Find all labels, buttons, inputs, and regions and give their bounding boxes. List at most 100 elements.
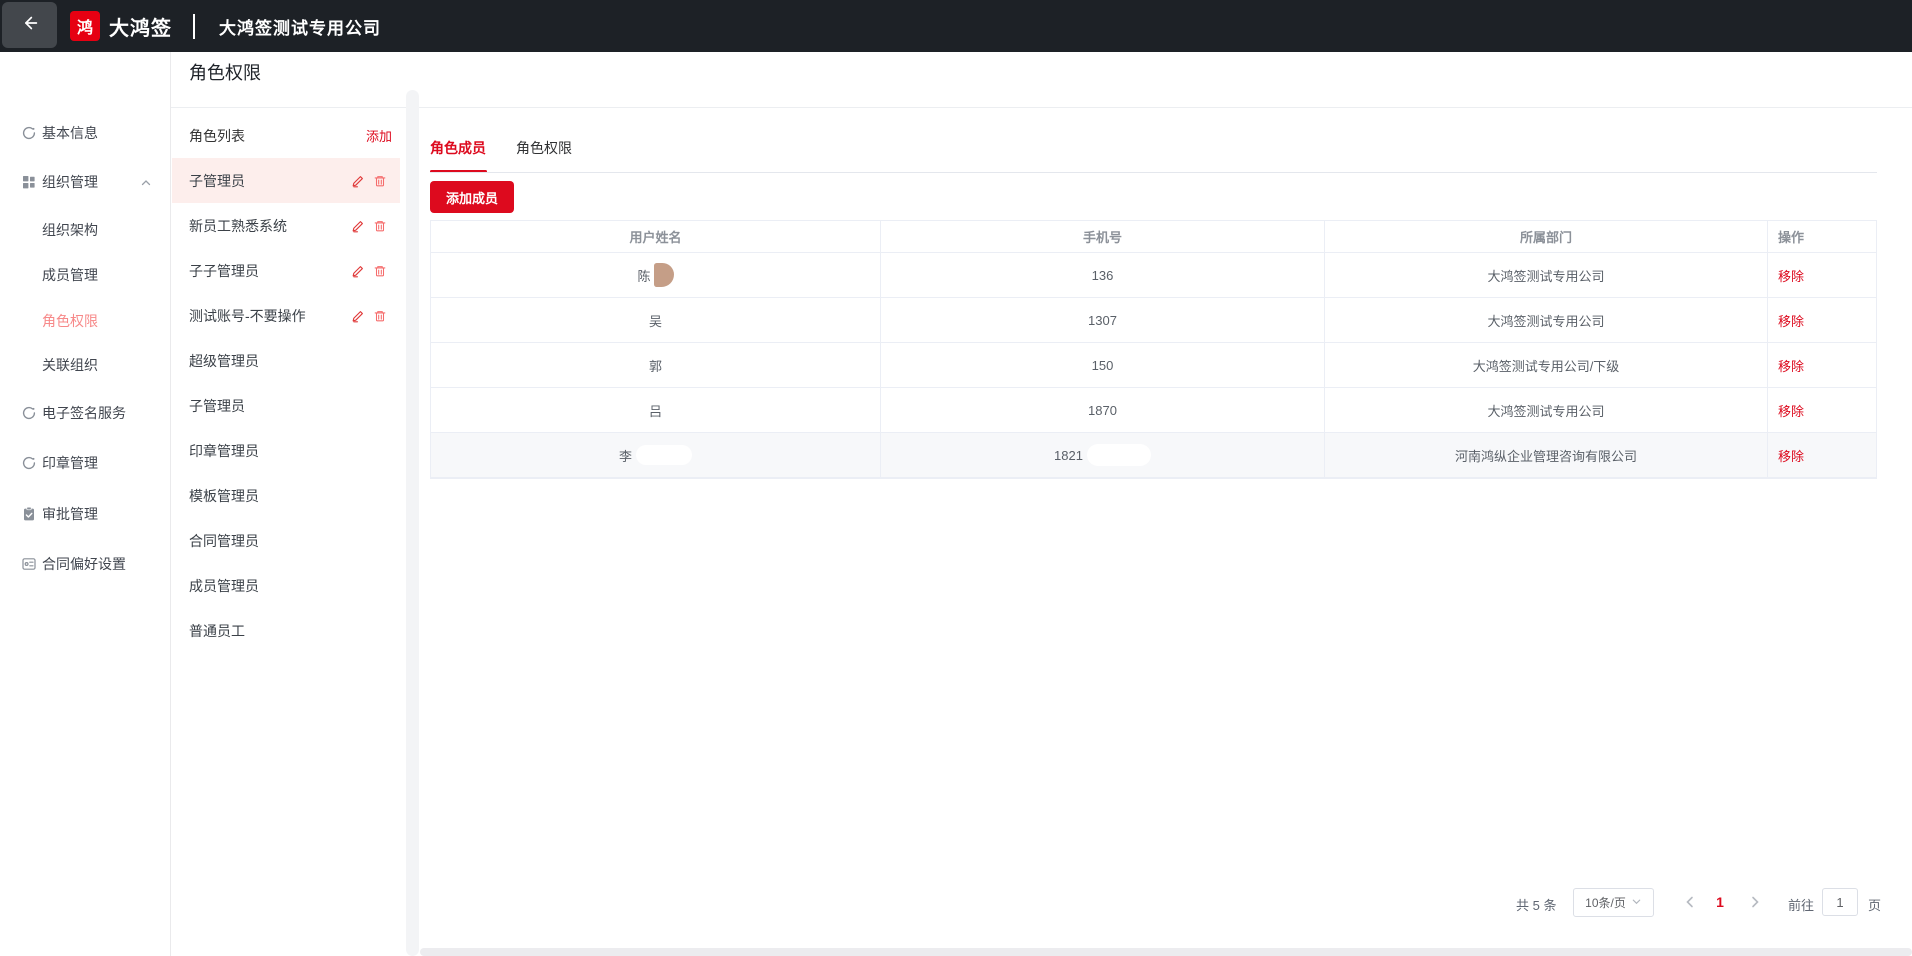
role-item[interactable]: 测试账号-不要操作 [172, 293, 400, 338]
column-header-phone: 手机号 [881, 221, 1325, 252]
role-item[interactable]: 普通员工 [172, 608, 400, 653]
role-name: 子管理员 [189, 396, 245, 416]
sidebar: 基本信息 组织管理 组织架构 成员管理 角色权限 关联组织 [0, 52, 171, 956]
clipboard-check-icon [21, 506, 37, 522]
horizontal-scrollbar[interactable] [420, 948, 1912, 956]
sidebar-item-role-permission[interactable]: 角色权限 [0, 306, 171, 336]
sidebar-label: 审批管理 [42, 504, 98, 524]
redaction-blob [636, 445, 692, 465]
role-name: 成员管理员 [189, 576, 259, 596]
table-row: 吴 1307 大鸿签测试专用公司 移除 [431, 298, 1876, 343]
remove-member-link[interactable]: 移除 [1778, 266, 1804, 285]
sidebar-label: 成员管理 [42, 265, 98, 285]
page-unit-label: 页 [1868, 895, 1881, 914]
add-member-button[interactable]: 添加成员 [430, 181, 514, 213]
back-button[interactable] [2, 2, 57, 48]
cell-department: 大鸿签测试专用公司 [1325, 253, 1768, 297]
edit-icon[interactable] [351, 264, 365, 278]
sidebar-item-contract-preference[interactable]: 合同偏好设置 [0, 549, 171, 579]
trash-icon[interactable] [373, 309, 387, 323]
role-name: 超级管理员 [189, 351, 259, 371]
prev-page-button[interactable] [1681, 893, 1699, 911]
remove-member-link[interactable]: 移除 [1778, 446, 1804, 465]
sidebar-label: 印章管理 [42, 453, 98, 473]
page-size-select[interactable]: 10条/页 [1573, 888, 1654, 917]
sidebar-item-org-structure[interactable]: 组织架构 [0, 215, 171, 245]
table-row: 陈 136 大鸿签测试专用公司 移除 [431, 253, 1876, 298]
top-bar: 鸿 大鸿签 大鸿签测试专用公司 [0, 0, 1912, 52]
chevron-up-icon[interactable] [140, 176, 152, 188]
role-item[interactable]: 成员管理员 [172, 563, 400, 608]
sidebar-item-linked-org[interactable]: 关联组织 [0, 350, 171, 380]
sidebar-item-org-management[interactable]: 组织管理 [0, 167, 171, 197]
chevron-down-icon [1631, 896, 1642, 910]
role-item[interactable]: 印章管理员 [172, 428, 400, 473]
sidebar-label: 关联组织 [42, 355, 98, 375]
company-title: 大鸿签测试专用公司 [219, 0, 381, 52]
remove-member-link[interactable]: 移除 [1778, 401, 1804, 420]
table-row-hovered: 李 1821 河南鸿纵企业管理咨询有限公司 移除 [431, 433, 1876, 478]
sidebar-label: 电子签名服务 [42, 403, 126, 423]
cell-username: 陈 [431, 253, 881, 297]
trash-icon[interactable] [373, 219, 387, 233]
role-item-selected[interactable]: 子管理员 [172, 158, 400, 203]
tab-role-permissions[interactable]: 角色权限 [516, 138, 572, 172]
sidebar-item-esign-service[interactable]: 电子签名服务 [0, 398, 171, 428]
tab-role-members[interactable]: 角色成员 [430, 138, 486, 172]
remove-member-link[interactable]: 移除 [1778, 311, 1804, 330]
role-item[interactable]: 模板管理员 [172, 473, 400, 518]
sidebar-item-seal-management[interactable]: 印章管理 [0, 448, 171, 478]
page-title: 角色权限 [189, 59, 261, 85]
cell-action: 移除 [1768, 253, 1876, 297]
role-name: 印章管理员 [189, 441, 259, 461]
card-settings-icon [21, 556, 37, 572]
role-name: 合同管理员 [189, 531, 259, 551]
cell-phone: 1821 [881, 433, 1325, 477]
add-role-button[interactable]: 添加 [366, 126, 392, 145]
column-header-username: 用户姓名 [431, 221, 881, 252]
role-item[interactable]: 超级管理员 [172, 338, 400, 383]
sidebar-item-basic-info[interactable]: 基本信息 [0, 118, 171, 148]
cell-department: 大鸿签测试专用公司/下级 [1325, 343, 1768, 387]
cell-action: 移除 [1768, 343, 1876, 387]
cell-action: 移除 [1768, 388, 1876, 432]
role-panel-scrollbar[interactable] [406, 90, 419, 956]
role-list-header: 角色列表 添加 [172, 113, 400, 158]
goto-page-label: 前往 [1788, 895, 1814, 914]
sidebar-item-member-management[interactable]: 成员管理 [0, 260, 171, 290]
edit-icon[interactable] [351, 174, 365, 188]
role-list-title: 角色列表 [189, 126, 245, 146]
role-name: 新员工熟悉系统 [189, 216, 287, 236]
table-row: 郭 150 大鸿签测试专用公司/下级 移除 [431, 343, 1876, 388]
role-item[interactable]: 新员工熟悉系统 [172, 203, 400, 248]
role-item[interactable]: 子子管理员 [172, 248, 400, 293]
role-item[interactable]: 子管理员 [172, 383, 400, 428]
current-page-number[interactable]: 1 [1712, 894, 1728, 910]
next-page-button[interactable] [1746, 893, 1764, 911]
role-item[interactable]: 合同管理员 [172, 518, 400, 563]
column-header-department: 所属部门 [1325, 221, 1768, 252]
cell-action: 移除 [1768, 298, 1876, 342]
username-text: 李 [619, 446, 632, 465]
goto-page-input[interactable] [1822, 888, 1858, 916]
grid-icon [21, 174, 37, 190]
cell-phone: 150 [881, 343, 1325, 387]
pagination-total: 共 5 条 [1516, 895, 1556, 914]
username-text: 陈 [637, 266, 650, 285]
edit-icon[interactable] [351, 309, 365, 323]
cell-username: 吕 [431, 388, 881, 432]
tab-bar: 角色成员 角色权限 [430, 138, 572, 172]
cell-username: 李 [431, 433, 881, 477]
member-table: 用户姓名 手机号 所属部门 操作 陈 136 大鸿签测试专用公司 移除 吴 13… [430, 220, 1877, 479]
brand-logo-icon: 鸿 [70, 11, 100, 41]
page-size-value: 10条/页 [1585, 894, 1626, 911]
phone-text: 1821 [1054, 448, 1083, 463]
trash-icon[interactable] [373, 264, 387, 278]
cell-phone: 1307 [881, 298, 1325, 342]
edit-icon[interactable] [351, 219, 365, 233]
sidebar-item-approval-management[interactable]: 审批管理 [0, 499, 171, 529]
topbar-divider [193, 14, 195, 39]
trash-icon[interactable] [373, 174, 387, 188]
table-row: 吕 1870 大鸿签测试专用公司 移除 [431, 388, 1876, 433]
remove-member-link[interactable]: 移除 [1778, 356, 1804, 375]
